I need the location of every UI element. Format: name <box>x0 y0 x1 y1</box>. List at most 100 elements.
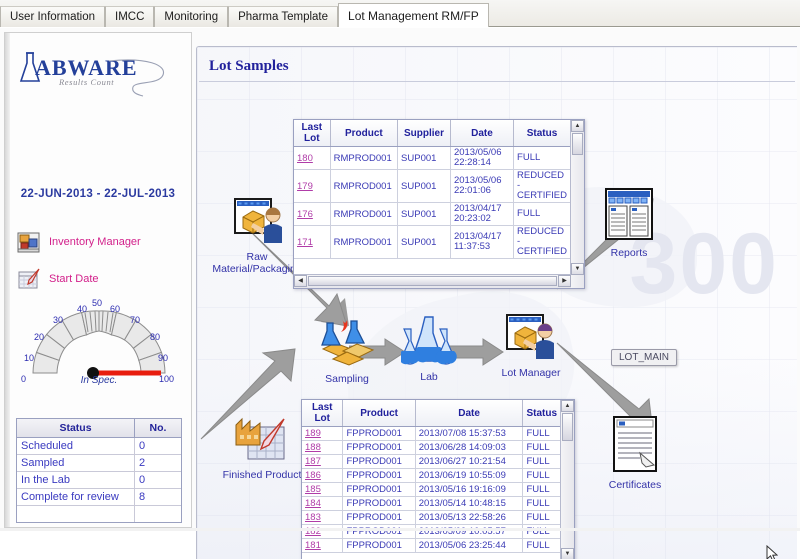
table-row[interactable]: 186 FPPROD001 2013/06/19 10:55:09 FULL <box>302 468 561 483</box>
lot-link[interactable]: 189 <box>305 428 321 439</box>
lot-link[interactable]: 183 <box>305 512 321 523</box>
finished-product-lot-grid[interactable]: Last Lot Product Date Status 189 FPPROD00… <box>301 399 575 559</box>
lot-link[interactable]: 181 <box>305 540 321 551</box>
table-row[interactable]: In the Lab 0 <box>17 471 181 489</box>
cell-last-lot[interactable]: 186 <box>302 468 344 483</box>
reports-icon <box>605 188 653 240</box>
application-window: User Information IMCC Monitoring Pharma … <box>0 0 800 559</box>
table-row[interactable]: 185 FPPROD001 2013/05/16 19:16:09 FULL <box>302 482 561 497</box>
sampling-icon <box>321 319 375 366</box>
tab-imcc[interactable]: IMCC <box>105 6 155 28</box>
cell-last-lot[interactable]: 171 <box>294 225 331 259</box>
cell-product: FPPROD001 <box>342 482 416 497</box>
mouse-cursor <box>766 545 778 559</box>
tab-user-information[interactable]: User Information <box>0 6 106 28</box>
lot-link[interactable]: 176 <box>297 209 313 220</box>
grid-horizontal-scrollbar[interactable]: ◀ ▶ <box>294 274 571 288</box>
table-row[interactable]: 188 FPPROD001 2013/06/28 14:09:03 FULL <box>302 440 561 455</box>
cell-status: FULL <box>522 538 561 553</box>
scroll-thumb-horizontal[interactable] <box>308 276 557 286</box>
scroll-thumb[interactable] <box>572 133 583 155</box>
status-summary-table: Status No. Scheduled 0 Sampled 2 In the Lab 0… <box>16 418 182 523</box>
node-lot-manager[interactable]: Lot Manager <box>491 311 571 379</box>
column-header-date[interactable]: Date <box>415 400 524 427</box>
column-header-status: Status <box>17 419 135 438</box>
table-row[interactable]: 179 RMPROD001 SUP001 2013/05/06 22:01:06 REDU… <box>294 169 571 203</box>
cell-date: 2013/05/13 22:58:26 <box>415 510 524 525</box>
cell-last-lot[interactable]: 189 <box>302 426 344 441</box>
tab-lot-management-rm-fp[interactable]: Lot Management RM/FP <box>338 3 489 29</box>
raw-material-lot-grid[interactable]: Last Lot Product Supplier Date Status 18… <box>293 119 585 289</box>
grid-vertical-scrollbar[interactable]: ▲ ▼ <box>570 120 584 288</box>
scroll-up-button[interactable]: ▲ <box>561 400 574 412</box>
column-header-product[interactable]: Product <box>330 120 399 147</box>
logo-swoosh-icon <box>108 59 164 97</box>
column-header-product[interactable]: Product <box>342 400 416 427</box>
lot-link[interactable]: 171 <box>297 237 313 248</box>
tab-monitoring[interactable]: Monitoring <box>154 6 229 28</box>
scroll-left-button[interactable]: ◀ <box>294 275 307 287</box>
table-row[interactable]: 180 RMPROD001 SUP001 2013/05/06 22:28:14 FULL <box>294 146 571 170</box>
lot-link[interactable]: 186 <box>305 470 321 481</box>
cell-status: REDUCED - CERTIFIED <box>513 225 571 259</box>
column-header-status[interactable]: Status <box>513 120 571 147</box>
table-row-filler <box>17 505 181 522</box>
cell-status: FULL <box>522 496 561 511</box>
scroll-down-button[interactable]: ▼ <box>571 263 584 275</box>
table-row[interactable]: Complete for review 8 <box>17 488 181 506</box>
scroll-up-button[interactable]: ▲ <box>571 120 584 132</box>
cell-last-lot[interactable]: 180 <box>294 146 331 170</box>
cell-last-lot[interactable]: 188 <box>302 440 344 455</box>
column-header-date[interactable]: Date <box>450 120 515 147</box>
lot-link[interactable]: 184 <box>305 498 321 509</box>
table-row[interactable]: 183 FPPROD001 2013/05/13 22:58:26 FULL <box>302 510 561 525</box>
cell-last-lot[interactable]: 182 <box>302 524 344 539</box>
table-row[interactable]: 181 FPPROD001 2013/05/06 23:25:44 FULL <box>302 538 561 553</box>
column-header-supplier[interactable]: Supplier <box>397 120 451 147</box>
node-sampling[interactable]: Sampling <box>301 315 393 385</box>
cell-status: FULL <box>522 510 561 525</box>
sidebar-link-inventory-manager[interactable]: Inventory Manager <box>17 230 141 254</box>
grid-vertical-scrollbar[interactable]: ▲ ▼ <box>560 400 574 559</box>
cell-date: 2013/04/17 20:23:02 <box>450 202 515 226</box>
lot-link[interactable]: 188 <box>305 442 321 453</box>
table-row[interactable]: 176 RMPROD001 SUP001 2013/04/17 20:23:02 FULL <box>294 202 571 226</box>
scroll-down-button[interactable]: ▼ <box>561 548 574 559</box>
lot-link[interactable]: 187 <box>305 456 321 467</box>
scroll-thumb[interactable] <box>562 413 573 441</box>
cell-last-lot[interactable]: 184 <box>302 496 344 511</box>
cell-date: 2013/07/08 15:37:53 <box>415 426 524 441</box>
column-header-last-lot[interactable]: Last Lot <box>302 400 344 427</box>
lot-link[interactable]: 185 <box>305 484 321 495</box>
tab-pharma-template[interactable]: Pharma Template <box>228 6 339 28</box>
table-row[interactable]: Scheduled 0 <box>17 437 181 455</box>
column-header-status[interactable]: Status <box>522 400 561 427</box>
node-lab[interactable]: Lab <box>398 315 459 383</box>
cell-last-lot[interactable]: 187 <box>302 454 344 469</box>
cell-last-lot[interactable]: 181 <box>302 538 344 553</box>
table-row[interactable]: 184 FPPROD001 2013/05/14 10:48:15 FULL <box>302 496 561 511</box>
table-row[interactable]: 182 FPPROD001 2013/05/09 10:05:57 FULL <box>302 524 561 539</box>
lot-link[interactable]: 180 <box>297 153 313 164</box>
table-row[interactable]: 187 FPPROD001 2013/06/27 10:21:54 FULL <box>302 454 561 469</box>
cell-last-lot[interactable]: 183 <box>302 510 344 525</box>
cell-status: REDUCED - CERTIFIED <box>513 169 571 203</box>
package-operator-icon <box>506 314 554 359</box>
cell-supplier: SUP001 <box>397 202 451 226</box>
cell-last-lot[interactable]: 185 <box>302 482 344 497</box>
node-certificates[interactable]: Certificates <box>595 415 675 491</box>
cell-last-lot[interactable]: 176 <box>294 202 331 226</box>
cell-status: Scheduled <box>17 437 135 455</box>
cell-status: Sampled <box>17 454 135 472</box>
cell-last-lot[interactable]: 179 <box>294 169 331 203</box>
table-row[interactable]: 171 RMPROD001 SUP001 2013/04/17 11:37:53 REDU… <box>294 225 571 259</box>
cell-date: 2013/05/06 23:25:44 <box>415 538 524 553</box>
cell-status: In the Lab <box>17 471 135 489</box>
column-header-last-lot[interactable]: Last Lot <box>294 120 331 147</box>
node-reports[interactable]: Reports <box>593 187 665 259</box>
table-row[interactable]: Sampled 2 <box>17 454 181 472</box>
scroll-right-button[interactable]: ▶ <box>558 275 571 287</box>
lot-link[interactable]: 179 <box>297 181 313 192</box>
table-row[interactable]: 189 FPPROD001 2013/07/08 15:37:53 FULL <box>302 426 561 441</box>
cell-status: FULL <box>522 468 561 483</box>
